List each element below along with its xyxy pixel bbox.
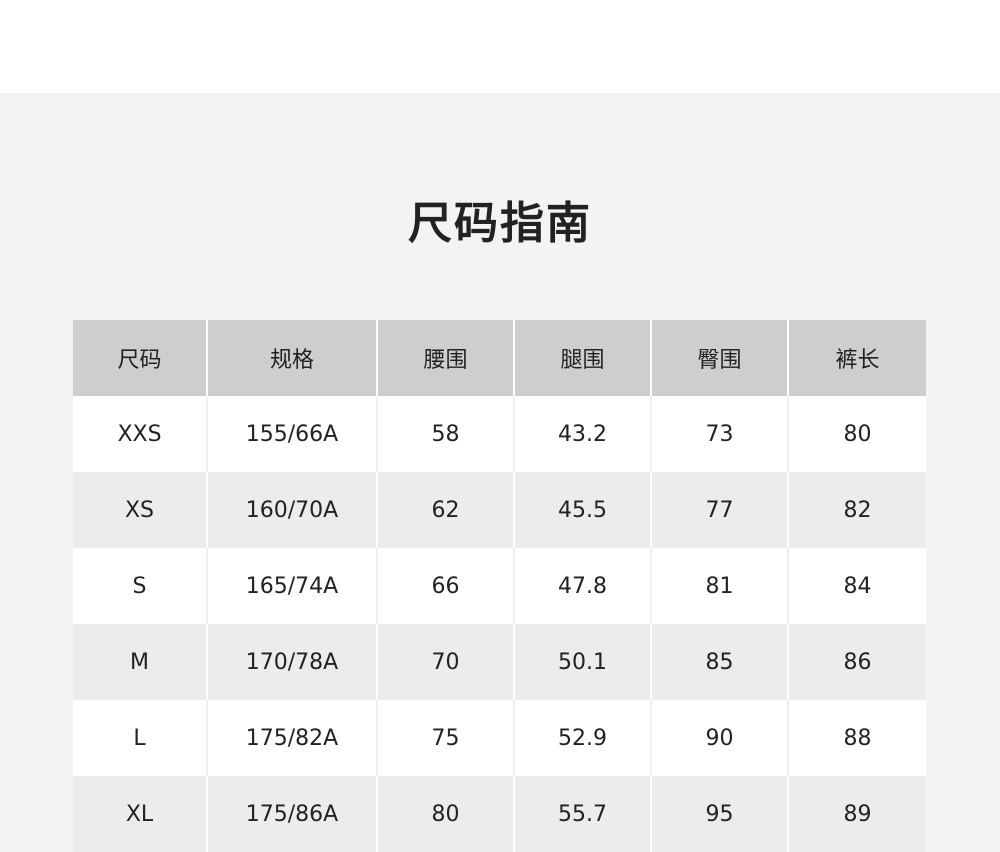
header-size: 尺码 (73, 320, 207, 396)
table-cell: 80 (787, 396, 926, 472)
table-cell: 95 (650, 776, 788, 852)
table-cell: XL (73, 776, 207, 852)
table-cell: 55.7 (513, 776, 651, 852)
table-cell: 160/70A (206, 472, 377, 548)
table-row: XXS 155/66A 58 43.2 73 80 (73, 396, 926, 472)
top-blank-band (0, 0, 1000, 93)
table-cell: 45.5 (513, 472, 651, 548)
table-cell: 66 (376, 548, 514, 624)
header-thigh: 腿围 (513, 320, 651, 396)
table-cell: 165/74A (206, 548, 377, 624)
table-cell: L (73, 700, 207, 776)
table-cell: 58 (376, 396, 514, 472)
table-cell: 70 (376, 624, 514, 700)
table-cell: 81 (650, 548, 788, 624)
table-cell: 89 (787, 776, 926, 852)
table-cell: 73 (650, 396, 788, 472)
table-cell: 43.2 (513, 396, 651, 472)
table-row: XL 175/86A 80 55.7 95 89 (73, 776, 926, 852)
header-length: 裤长 (787, 320, 926, 396)
table-cell: XXS (73, 396, 207, 472)
table-cell: 80 (376, 776, 514, 852)
header-spec: 规格 (206, 320, 377, 396)
table-cell: 75 (376, 700, 514, 776)
header-waist: 腰围 (376, 320, 514, 396)
table-row: M 170/78A 70 50.1 85 86 (73, 624, 926, 700)
table-cell: 85 (650, 624, 788, 700)
table-cell: M (73, 624, 207, 700)
table-cell: 170/78A (206, 624, 377, 700)
table-header-row: 尺码 规格 腰围 腿围 臀围 裤长 (73, 320, 926, 396)
table-cell: 155/66A (206, 396, 377, 472)
table-cell: 52.9 (513, 700, 651, 776)
table-cell: 86 (787, 624, 926, 700)
page-title: 尺码指南 (408, 198, 592, 249)
table-cell: 47.8 (513, 548, 651, 624)
header-hip: 臀围 (650, 320, 788, 396)
size-chart-table: 尺码 规格 腰围 腿围 臀围 裤长 XXS 155/66A 58 43.2 73… (73, 320, 926, 852)
table-cell: XS (73, 472, 207, 548)
table-cell: 175/82A (206, 700, 377, 776)
table-cell: 50.1 (513, 624, 651, 700)
table-cell: 175/86A (206, 776, 377, 852)
table-cell: 84 (787, 548, 926, 624)
table-cell: 88 (787, 700, 926, 776)
table-row: XS 160/70A 62 45.5 77 82 (73, 472, 926, 548)
table-row: S 165/74A 66 47.8 81 84 (73, 548, 926, 624)
table-cell: 77 (650, 472, 788, 548)
table-row: L 175/82A 75 52.9 90 88 (73, 700, 926, 776)
table-cell: S (73, 548, 207, 624)
table-cell: 90 (650, 700, 788, 776)
table-cell: 82 (787, 472, 926, 548)
table-cell: 62 (376, 472, 514, 548)
